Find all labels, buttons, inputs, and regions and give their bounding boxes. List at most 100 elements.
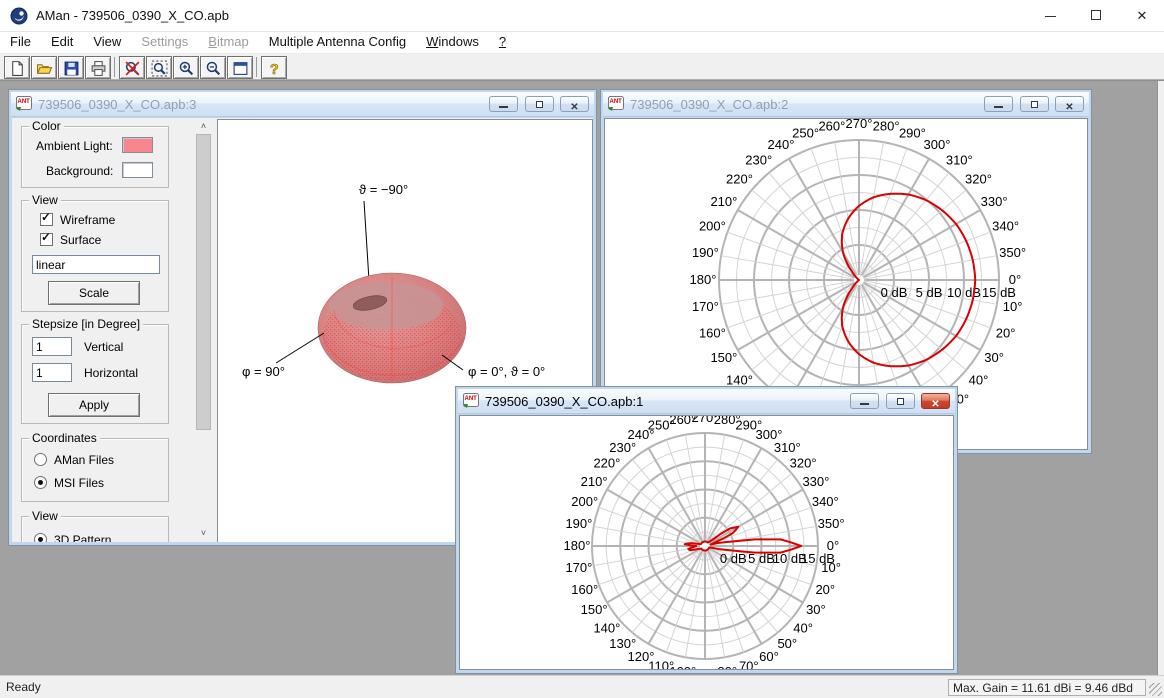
zoom-in-button[interactable] xyxy=(173,56,199,79)
aman-files-label: AMan Files xyxy=(54,453,114,467)
new-button[interactable] xyxy=(4,56,30,79)
db-ring-label: 15 dB xyxy=(801,551,835,566)
angle-label: 320° xyxy=(790,456,817,471)
db-ring-label: 0 dB xyxy=(720,551,747,566)
angle-label: 330° xyxy=(802,474,829,489)
angle-label: 310° xyxy=(946,153,973,168)
statusbar: Ready Max. Gain = 11.61 dBi = 9.46 dBd xyxy=(0,675,1164,698)
horizontal-stepsize-input[interactable] xyxy=(32,363,72,382)
view-group: View ✓ Wireframe ✓ Surface Scale xyxy=(21,200,169,312)
msi-files-radio[interactable] xyxy=(34,476,47,489)
zoom-out-icon xyxy=(205,60,222,77)
ambient-light-label: Ambient Light: xyxy=(36,139,113,153)
color-group: Color Ambient Light: Background: xyxy=(21,126,169,188)
angle-label: 320° xyxy=(965,172,992,187)
polar-grid-ray xyxy=(632,459,701,542)
angle-label: 20° xyxy=(815,582,835,597)
scroll-down-icon[interactable]: ˅ xyxy=(195,525,212,542)
child1-restore-button[interactable] xyxy=(886,393,915,409)
minimize-button[interactable] xyxy=(1028,0,1072,31)
surface-checkbox[interactable]: ✓ xyxy=(40,233,53,246)
stepsize-group-title: Stepsize [in Degree] xyxy=(29,317,143,331)
angle-label: 30° xyxy=(806,602,826,617)
child-window-1-titlebar[interactable]: ANT 739506_0390_X_CO.apb:1 ✕ xyxy=(458,389,955,414)
child-window-1[interactable]: ANT 739506_0390_X_CO.apb:1 ✕ 0°10°20°30°… xyxy=(455,386,958,674)
save-button[interactable] xyxy=(58,56,84,79)
close-icon: ✕ xyxy=(1137,8,1148,23)
scale-mode-input[interactable] xyxy=(32,255,160,274)
svg-text:ANT: ANT xyxy=(18,99,31,105)
angle-label: 50° xyxy=(777,636,797,651)
menu-item-file[interactable]: File xyxy=(0,32,41,53)
angle-label: 170° xyxy=(692,299,719,314)
child2-restore-button[interactable] xyxy=(1020,96,1049,112)
polar-grid-ray xyxy=(706,435,725,541)
panel-scrollbar[interactable]: ˄ ˅ xyxy=(195,118,212,542)
print-button[interactable] xyxy=(85,56,111,79)
child2-close-button[interactable]: ✕ xyxy=(1055,96,1084,112)
child-window-3-title: 739506_0390_X_CO.apb:3 xyxy=(38,97,196,112)
close-icon: ✕ xyxy=(931,399,939,410)
close-button[interactable]: ✕ xyxy=(1120,0,1164,31)
angle-label: 240° xyxy=(768,137,795,152)
scroll-up-icon[interactable]: ˄ xyxy=(195,118,212,135)
zoom-out-button[interactable] xyxy=(200,56,226,79)
vertical-stepsize-input[interactable] xyxy=(32,337,72,356)
phi90-axis-label: φ = 90° xyxy=(242,364,285,379)
aman-files-radio[interactable] xyxy=(34,453,47,466)
angle-label: 270° xyxy=(846,119,873,131)
max-gain-readout: Max. Gain = 11.61 dBi = 9.46 dBd xyxy=(948,679,1146,696)
db-ring-label: 15 dB xyxy=(982,285,1016,300)
angle-label: 150° xyxy=(710,350,737,365)
child3-minimize-button[interactable] xyxy=(489,96,518,112)
maximize-button[interactable] xyxy=(1074,0,1118,31)
angle-label: 160° xyxy=(571,582,598,597)
main-titlebar[interactable]: AMan - 739506_0390_X_CO.apb ✕ xyxy=(0,0,1164,32)
angle-label: 130° xyxy=(609,636,636,651)
vertical-label: Vertical xyxy=(84,340,123,354)
angle-label: 80° xyxy=(717,664,737,670)
angle-label: 90° xyxy=(695,666,715,670)
background-swatch[interactable] xyxy=(122,162,153,178)
angle-label: 210° xyxy=(710,194,737,209)
angle-label: 20° xyxy=(996,325,1016,340)
angle-label: 140° xyxy=(593,620,620,635)
angle-label: 260° xyxy=(818,119,845,133)
open-button[interactable] xyxy=(31,56,57,79)
child1-minimize-button[interactable] xyxy=(850,393,879,409)
phi90-axis xyxy=(276,333,324,363)
angle-label: 340° xyxy=(992,219,1019,234)
child1-close-button[interactable]: ✕ xyxy=(921,393,950,409)
child3-close-button[interactable]: ✕ xyxy=(560,96,589,112)
resize-grip[interactable] xyxy=(1149,683,1162,696)
child-window-3-titlebar[interactable]: ANT 739506_0390_X_CO.apb:3 ✕ xyxy=(11,92,594,117)
wireframe-checkbox[interactable]: ✓ xyxy=(40,213,53,226)
menu-item-settings[interactable]: Settings xyxy=(131,32,198,53)
menu-item-bitmap[interactable]: Bitmap xyxy=(198,32,258,53)
angle-label: 120° xyxy=(628,649,655,664)
child-window-2-titlebar[interactable]: ANT 739506_0390_X_CO.apb:2 ✕ xyxy=(603,92,1089,117)
menu-item-edit[interactable]: Edit xyxy=(41,32,83,53)
ambient-light-swatch[interactable] xyxy=(122,137,153,153)
menu-item-view[interactable]: View xyxy=(83,32,131,53)
window-icon xyxy=(232,60,249,77)
child2-minimize-button[interactable] xyxy=(984,96,1013,112)
angle-label: 310° xyxy=(774,440,801,455)
zoom-cancel-button[interactable] xyxy=(119,56,145,79)
menu-item-help[interactable]: ? xyxy=(489,32,516,53)
angle-label: 60° xyxy=(759,649,779,664)
help-button[interactable]: ? xyxy=(261,56,287,79)
window-button[interactable] xyxy=(227,56,253,79)
scrollbar-thumb[interactable] xyxy=(196,134,211,430)
3d-pattern-radio[interactable] xyxy=(34,533,47,542)
coordinates-group-title: Coordinates xyxy=(29,431,100,445)
restore-icon xyxy=(897,398,904,405)
antenna-file-icon: ANT xyxy=(463,393,480,409)
scale-button[interactable]: Scale xyxy=(48,281,140,305)
apply-button[interactable]: Apply xyxy=(48,393,140,417)
zoom-select-button[interactable] xyxy=(146,56,172,79)
open-icon xyxy=(36,60,53,77)
child3-restore-button[interactable] xyxy=(525,96,554,112)
menu-item-multiple-antenna-config[interactable]: Multiple Antenna Config xyxy=(259,32,416,53)
menu-item-windows[interactable]: Windows xyxy=(416,32,489,53)
